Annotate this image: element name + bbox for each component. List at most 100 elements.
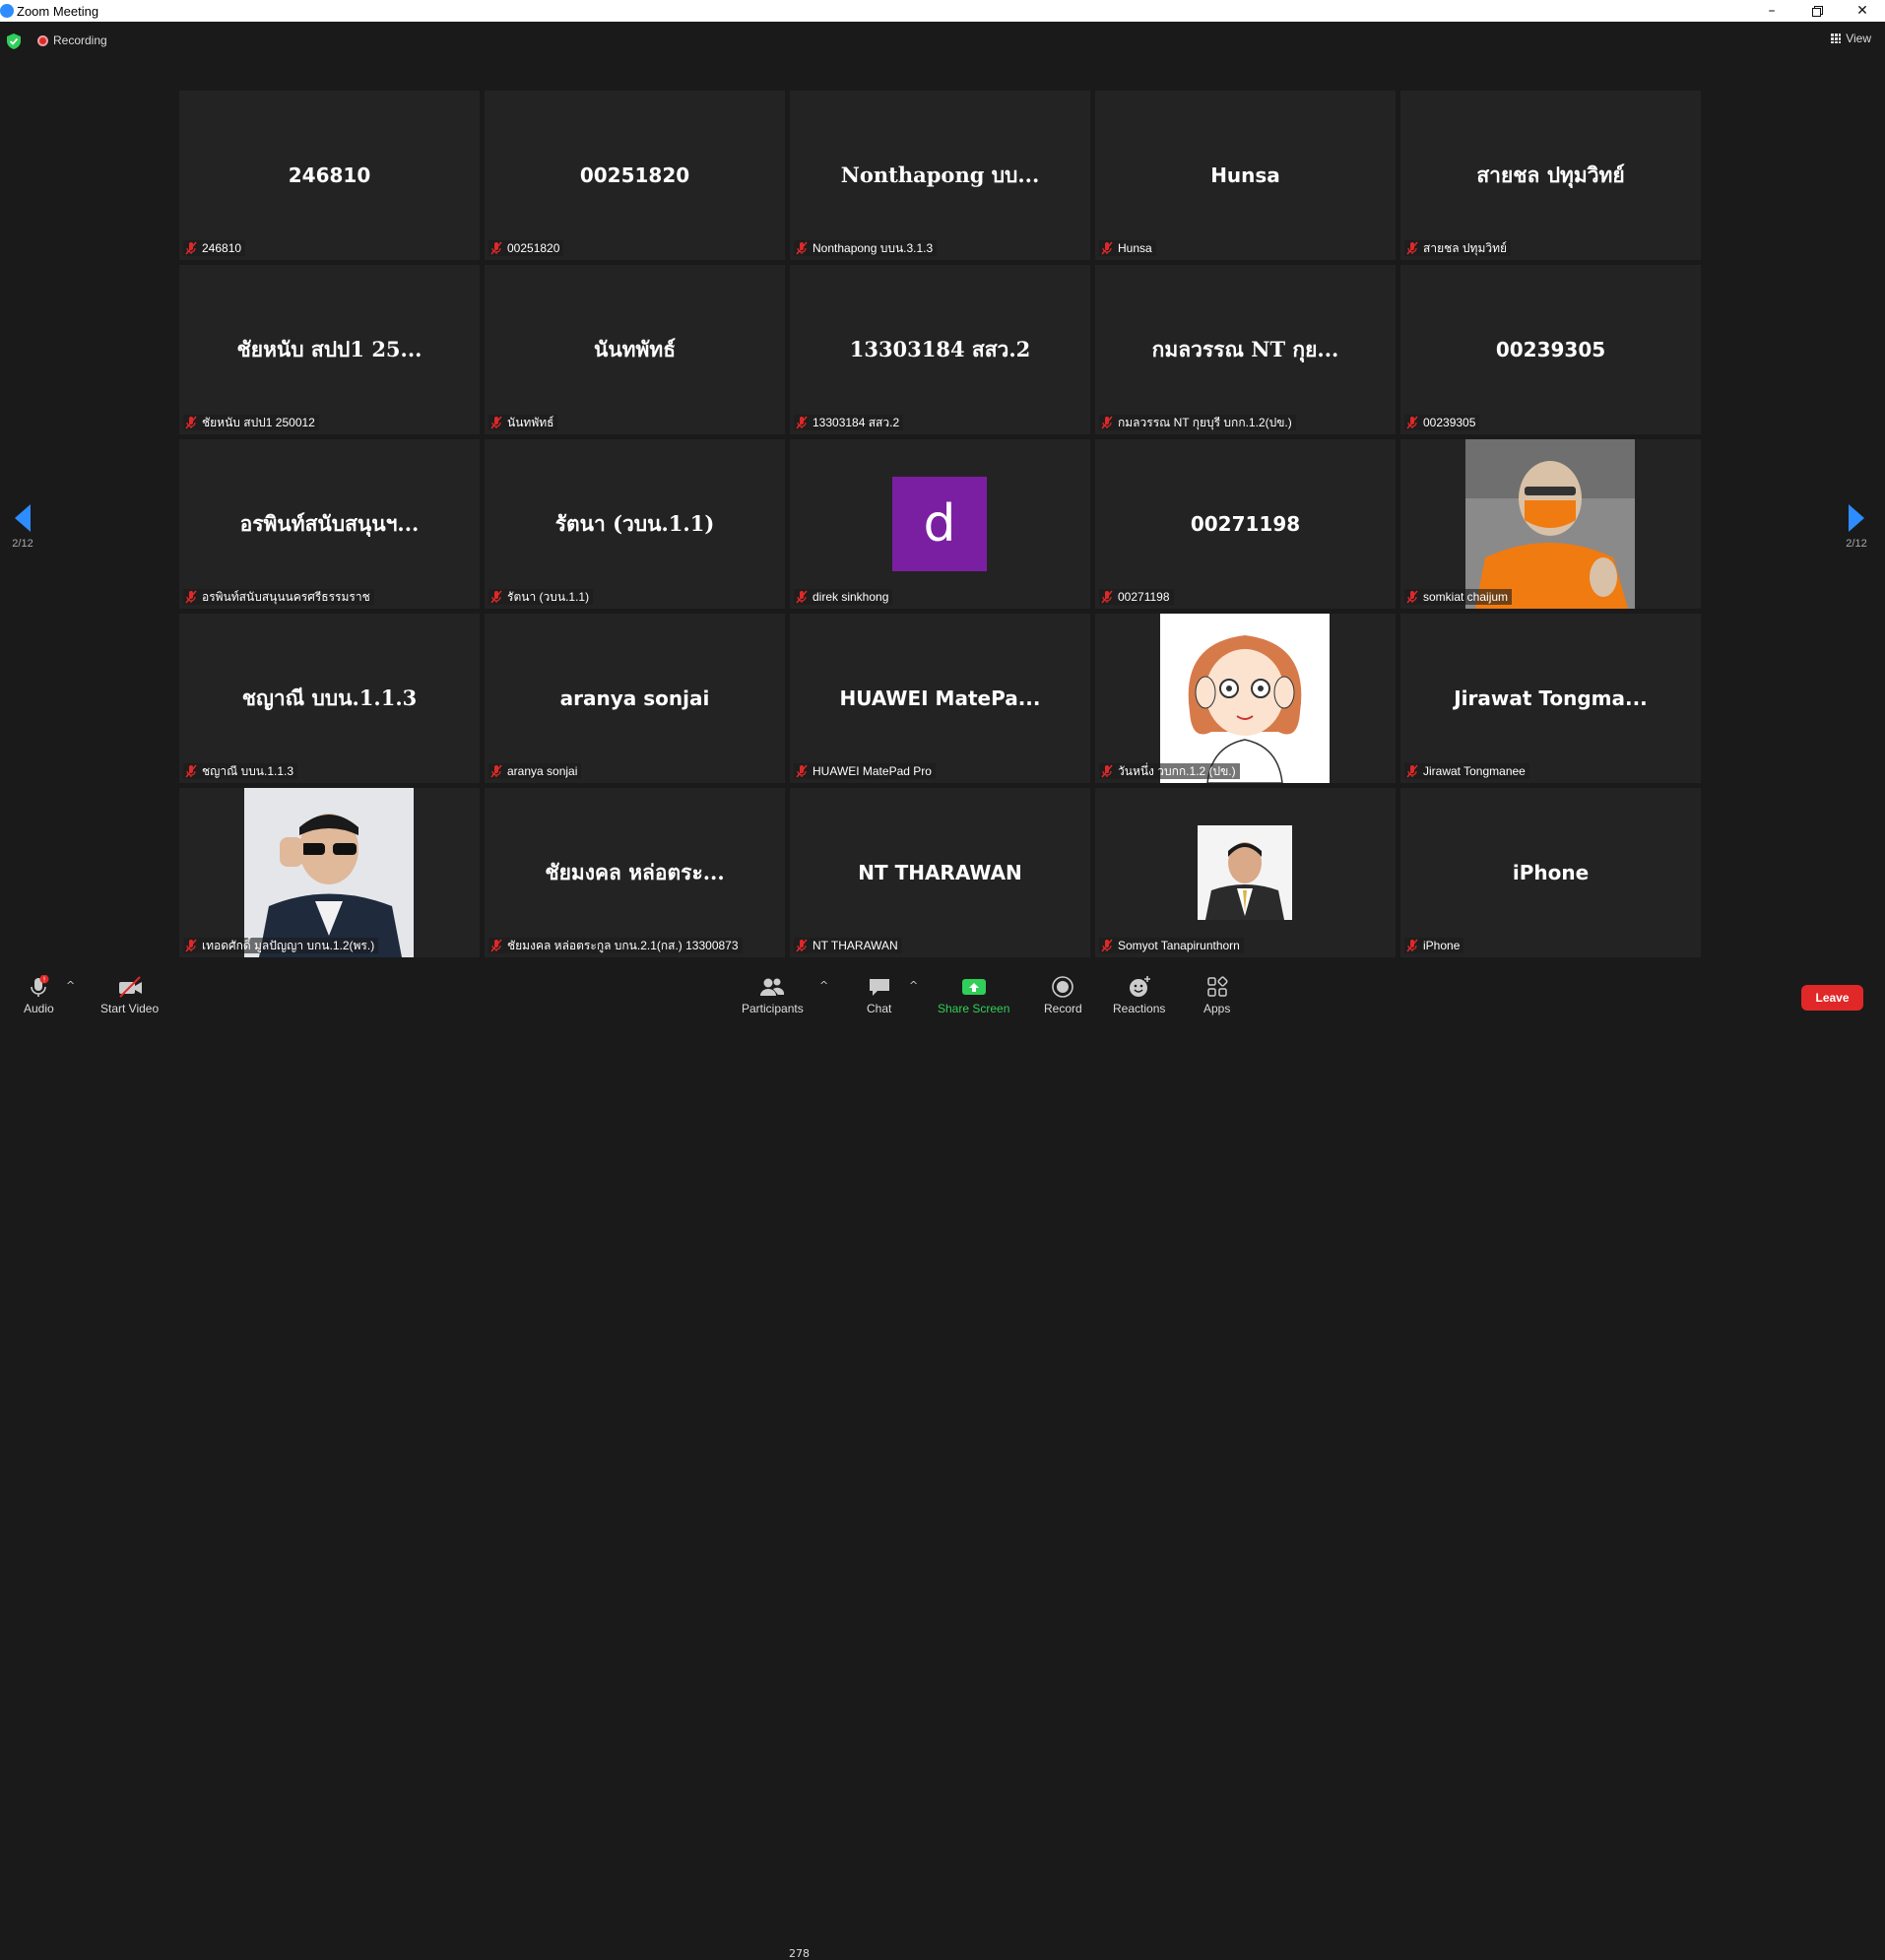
participant-display-name: ชัยหนับ สปป1 25... (236, 336, 422, 361)
participant-tile[interactable]: ชัยหนับ สปป1 25... ชัยหนับ สปป1 250012 (179, 265, 480, 434)
muted-microphone-icon (183, 415, 199, 430)
participant-tile[interactable]: Jirawat Tongma... Jirawat Tongmanee (1400, 614, 1701, 783)
participant-tile[interactable]: 13303184 สสว.2 13303184 สสว.2 (790, 265, 1090, 434)
participant-name-text: Hunsa (1118, 241, 1152, 255)
recording-indicator[interactable]: Recording (37, 33, 107, 47)
participant-tile[interactable]: อรพินท์สนับสนุนฯ... อรพินท์สนับสนุนนครศรี… (179, 439, 480, 609)
muted-microphone-icon (488, 415, 504, 430)
start-video-button[interactable]: Start Video (100, 975, 159, 1015)
security-shield-icon[interactable] (7, 33, 21, 49)
participant-tile[interactable]: ชญาณี บบน.1.1.3 ชญาณี บบน.1.1.3 (179, 614, 480, 783)
participant-tile[interactable]: d direk sinkhong (790, 439, 1090, 609)
participants-options-chevron-icon[interactable]: ^ (819, 979, 828, 992)
participant-tile[interactable]: สายชล ปทุมวิทย์ สายชล ปทุมวิทย์ (1400, 91, 1701, 260)
audio-options-chevron-icon[interactable]: ^ (66, 979, 75, 992)
participant-name-label: ชัยหนับ สปป1 250012 (183, 415, 319, 430)
muted-microphone-icon (488, 763, 504, 779)
record-label: Record (1044, 1002, 1082, 1015)
participant-display-name: กมลวรรณ NT กุย... (1151, 336, 1339, 361)
participant-name-label: สายชล ปทุมวิทย์ (1404, 240, 1512, 256)
participant-name-label: iPhone (1404, 938, 1464, 953)
participant-tile[interactable]: Somyot Tanapirunthorn (1095, 788, 1396, 957)
participant-tile[interactable]: Hunsa Hunsa (1095, 91, 1396, 260)
share-screen-button[interactable]: Share Screen (938, 975, 1009, 1015)
participant-tile[interactable]: ชัยมงคล หล่อตระ... ชัยมงคล หล่อตระกูล บกน… (485, 788, 785, 957)
chat-bubble-icon (869, 979, 889, 996)
record-icon (1052, 976, 1074, 998)
participant-photo (1198, 825, 1292, 920)
participant-tile[interactable]: iPhone iPhone (1400, 788, 1701, 957)
muted-microphone-icon (1099, 589, 1115, 605)
participant-name-label: 00251820 (488, 240, 564, 256)
participant-display-name: NT THARAWAN (858, 861, 1022, 884)
participant-name-label: Hunsa (1099, 240, 1156, 256)
participant-name-text: 00239305 (1423, 416, 1476, 429)
muted-microphone-icon (1404, 938, 1420, 953)
participant-display-name: Hunsa (1210, 163, 1280, 187)
video-camera-off-icon (118, 976, 142, 998)
arrow-right-icon (1849, 504, 1864, 532)
participant-tile[interactable]: วันหนึ่ง วบกก.1.2 (ปข.) (1095, 614, 1396, 783)
participant-tile[interactable]: นันทพัทธ์ นันทพัทธ์ (485, 265, 785, 434)
recording-label: Recording (53, 33, 107, 47)
participant-tile[interactable]: กมลวรรณ NT กุย... กมลวรรณ NT กุยบุรี บกก.… (1095, 265, 1396, 434)
participant-tile[interactable]: เทอดศักดิ์ มูลปัญญา บกน.1.2(พร.) (179, 788, 480, 957)
participant-tile[interactable]: aranya sonjai aranya sonjai (485, 614, 785, 783)
participant-name-label: ชญาณี บบน.1.1.3 (183, 763, 298, 779)
participant-tile[interactable]: 00239305 00239305 (1400, 265, 1701, 434)
participant-name-text: เทอดศักดิ์ มูลปัญญา บกน.1.2(พร.) (202, 938, 375, 952)
participant-name-text: รัตนา (วบน.1.1) (507, 589, 590, 604)
apps-icon (1206, 976, 1228, 997)
participant-display-name: aranya sonjai (559, 686, 710, 710)
participant-photo (1465, 439, 1635, 609)
participant-tile[interactable]: รัตนา (วบน.1.1) รัตนา (วบน.1.1) (485, 439, 785, 609)
apps-button[interactable]: Apps (1203, 975, 1230, 1015)
participant-tile[interactable]: NT THARAWAN NT THARAWAN (790, 788, 1090, 957)
muted-microphone-icon (183, 240, 199, 256)
participant-tile[interactable]: somkiat chaijum (1400, 439, 1701, 609)
participant-tile[interactable]: 00271198 00271198 (1095, 439, 1396, 609)
participant-name-text: ชัยหนับ สปป1 250012 (202, 415, 315, 429)
record-button[interactable]: Record (1044, 975, 1082, 1015)
prev-page-button[interactable]: 2/12 (0, 504, 45, 563)
microphone-icon: ! (31, 975, 49, 997)
participant-name-text: 246810 (202, 241, 242, 255)
restore-icon[interactable] (1794, 0, 1840, 22)
participant-name-label: 13303184 สสว.2 (794, 415, 904, 430)
participants-button[interactable]: Participants (742, 975, 804, 1015)
muted-microphone-icon (794, 938, 810, 953)
muted-microphone-icon (794, 415, 810, 430)
participant-name-label: NT THARAWAN (794, 938, 902, 953)
muted-microphone-icon (488, 589, 504, 605)
participant-name-text: ชัยมงคล หล่อตระกูล บกน.2.1(กส.) 13300873 (507, 938, 739, 952)
minimize-icon[interactable]: – (1749, 0, 1794, 22)
window-title: Zoom Meeting (17, 3, 99, 19)
participant-tile[interactable]: HUAWEI MatePa... HUAWEI MatePad Pro (790, 614, 1090, 783)
participant-name-label: 00271198 (1099, 589, 1174, 605)
view-button[interactable]: View (1831, 32, 1871, 45)
reactions-label: Reactions (1113, 1002, 1166, 1015)
muted-microphone-icon (1404, 763, 1420, 779)
page-indicator-right: 2/12 (1846, 538, 1867, 550)
participant-avatar: d (892, 477, 987, 571)
leave-button[interactable]: Leave (1801, 985, 1863, 1011)
participant-display-name: นันทพัทธ์ (593, 336, 677, 361)
participant-name-label: นันทพัทธ์ (488, 415, 558, 430)
participant-tile[interactable]: Nonthapong บบ... Nonthapong บบน.3.1.3 (790, 91, 1090, 260)
participant-tile[interactable]: 246810 246810 (179, 91, 480, 260)
chat-button[interactable]: Chat (867, 975, 891, 1015)
participant-display-name: 13303184 สสว.2 (849, 336, 1031, 361)
participants-count: 278 (789, 1947, 810, 1960)
share-screen-icon (961, 979, 986, 995)
close-icon[interactable]: ✕ (1840, 0, 1885, 22)
next-page-button[interactable]: 2/12 (1834, 504, 1879, 563)
reactions-button[interactable]: Reactions (1113, 975, 1165, 1015)
chat-options-chevron-icon[interactable]: ^ (909, 979, 918, 992)
participant-tile[interactable]: 00251820 00251820 (485, 91, 785, 260)
participant-name-label: Nonthapong บบน.3.1.3 (794, 240, 938, 256)
participant-name-label: Jirawat Tongmanee (1404, 763, 1529, 779)
participant-display-name: 00251820 (579, 163, 690, 187)
audio-button[interactable]: ! Audio (24, 975, 54, 1015)
muted-microphone-icon (183, 763, 199, 779)
participant-name-text: direk sinkhong (812, 590, 889, 604)
